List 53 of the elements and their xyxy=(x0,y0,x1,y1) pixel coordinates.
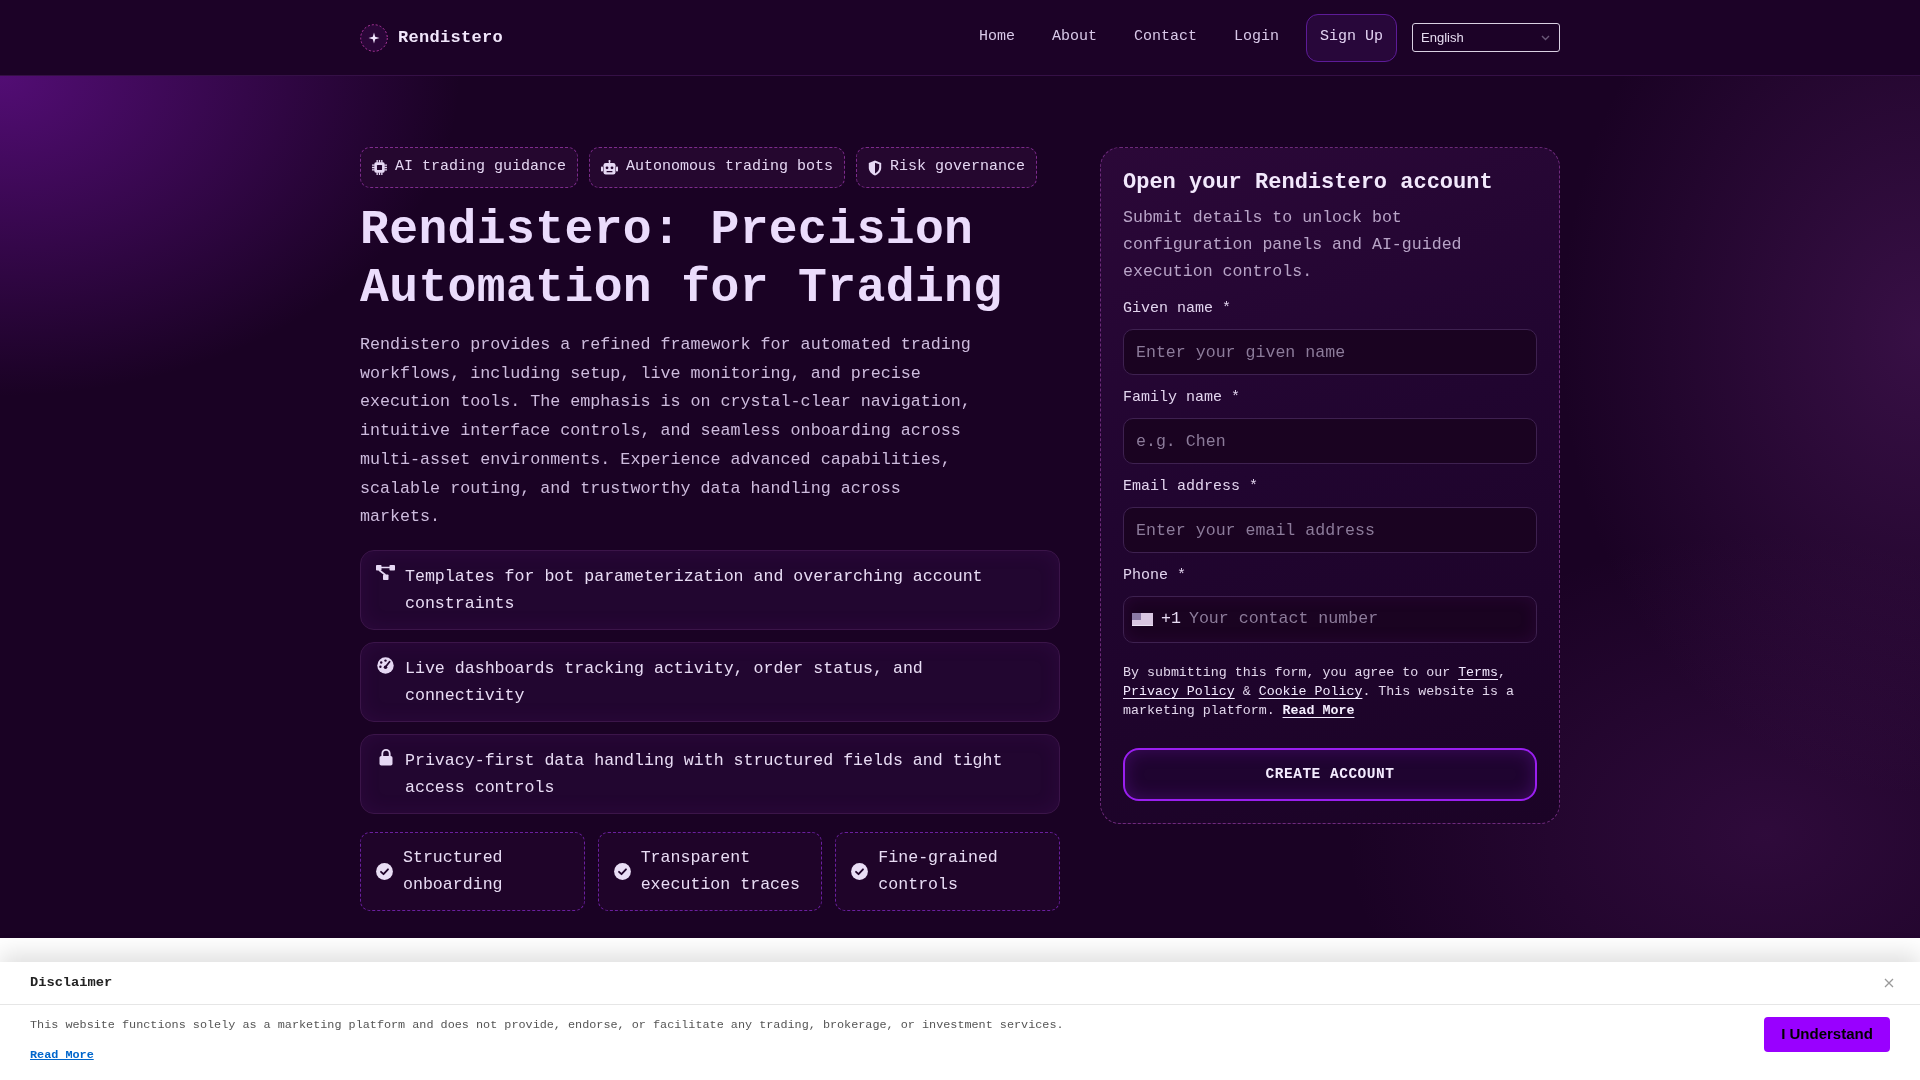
network-icon xyxy=(376,564,395,580)
form-title: Open your Rendistero account xyxy=(1123,169,1494,197)
disclaimer-text: This website functions solely as a marketing platform and does not provide, endorse, or facilitate any trading, brokerage, or investment services. xyxy=(30,1017,1064,1033)
form-subtitle: Submit details to unlock bot configuration panels and AI-guided execution controls. xyxy=(1123,207,1463,283)
input-field[interactable]: Enter your given name xyxy=(1123,329,1537,375)
flag-icon xyxy=(1132,613,1153,626)
brand-name[interactable]: Rendistero xyxy=(398,24,504,51)
lock-icon xyxy=(378,748,393,766)
policy-link[interactable]: Cookie Policy xyxy=(1258,684,1363,699)
nav-link[interactable]: Contact xyxy=(1133,26,1197,49)
tag-label: Autonomous trading bots xyxy=(626,157,834,178)
nav-link[interactable]: About xyxy=(1051,26,1097,49)
tag-label: Risk governance xyxy=(890,157,1026,178)
language-select[interactable]: English xyxy=(1412,23,1560,52)
highlight-text: Structured onboarding xyxy=(403,847,504,897)
read-more-link[interactable]: Read More xyxy=(1282,703,1355,718)
create-account-button[interactable]: CREATE ACCOUNT xyxy=(1123,748,1537,801)
read-more-link[interactable]: Read More xyxy=(30,1047,94,1063)
phone-field[interactable]: +1 Your contact number xyxy=(1123,596,1537,643)
policy-link[interactable]: Privacy Policy xyxy=(1123,684,1235,699)
consent-text: By submitting this form, you agree to our Terms, Privacy Policy & Cookie Policy. This website is a marketing platform. Read More xyxy=(1123,664,1515,720)
input-field[interactable]: e.g. Chen xyxy=(1123,418,1537,464)
close-icon[interactable] xyxy=(1884,978,1894,988)
disclaimer-title: Disclaimer xyxy=(30,973,113,992)
phone-number-input[interactable]: Your contact number xyxy=(1188,607,1524,632)
input-field[interactable]: Enter your email address xyxy=(1123,507,1537,553)
nav-link[interactable]: Login xyxy=(1233,26,1279,49)
check-circle-icon xyxy=(851,862,869,880)
shield-icon xyxy=(868,159,883,176)
highlight-text: Transparent execution traces xyxy=(640,847,801,897)
robot-icon xyxy=(601,160,619,175)
chip-icon xyxy=(372,160,387,175)
sign-up-button[interactable]: Sign Up xyxy=(1306,13,1397,62)
field-label: Family name * xyxy=(1123,388,1242,408)
feature-text: Templates for bot parameterization and overarching account constraints xyxy=(405,565,984,615)
policy-link[interactable]: Terms xyxy=(1458,665,1499,680)
feature-text: Privacy-first data handling with structured fields and tight access controls xyxy=(405,749,1004,799)
check-circle-icon xyxy=(613,862,631,880)
understand-button[interactable]: I Understand xyxy=(1764,1017,1890,1052)
nav-link[interactable]: Home xyxy=(978,26,1015,49)
check-circle-icon xyxy=(376,862,393,880)
field-label: Email address * xyxy=(1123,477,1260,497)
dial-code: +1 xyxy=(1161,608,1181,631)
feature-text: Live dashboards tracking activity, order status, and connectivity xyxy=(405,657,924,707)
hero-title: Rendistero: Precision Automation for Trading xyxy=(360,202,1004,317)
caret-icon xyxy=(1541,34,1550,41)
field-label: Given name * xyxy=(1123,299,1233,319)
tag-label: AI trading guidance xyxy=(395,157,567,178)
gauge-icon xyxy=(377,656,394,674)
hero-description: Rendistero provides a refined framework for automated trading workflows, including setup, live monitoring, and precise execution tools. The emphasis is on crystal-clear navigation, intuitive interface controls, and seamless onboarding across multi-asset environments. Experience advanced capabilities, scalable routing, and trustworthy data handling across markets. xyxy=(360,334,972,529)
field-label: Phone * xyxy=(1123,566,1187,586)
highlight-text: Fine-grained controls xyxy=(878,847,999,897)
sparkle-icon xyxy=(360,23,388,52)
